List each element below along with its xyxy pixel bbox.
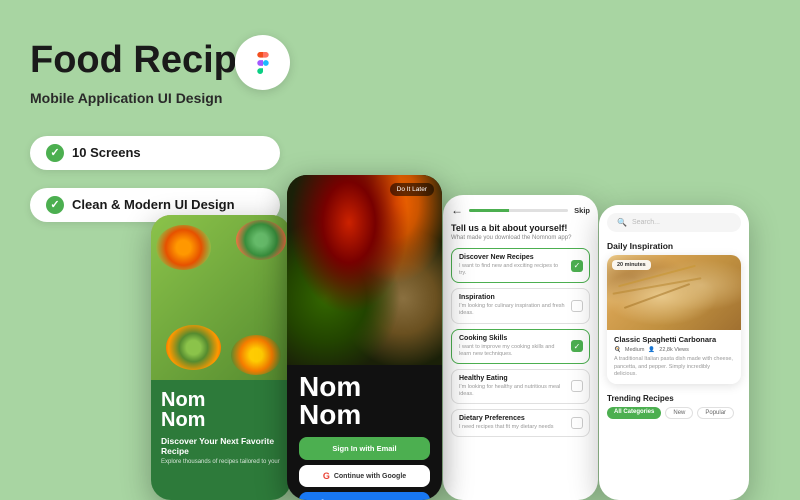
option-3-checkbox: ✓: [571, 340, 583, 352]
phone3-header: ← Skip: [451, 203, 590, 217]
phone3-option-1[interactable]: Discover New Recipes I want to find new …: [451, 248, 590, 283]
views-icon: 👤: [648, 347, 655, 353]
badge-screens-label: 10 Screens: [72, 145, 141, 160]
option-5-checkbox: [571, 417, 583, 429]
phone2-facebook-btn[interactable]: f Continue with Facebook: [299, 492, 430, 500]
figma-icon: [235, 35, 290, 90]
phone1-explore-text: Explore thousands of recipes tailored to…: [161, 459, 281, 467]
phone1-nom-nom: NomNom: [161, 390, 281, 430]
option-3-desc: I want to improve my cooking skills and …: [459, 344, 582, 358]
option-5-desc: I need recipes that fit my dietary needs: [459, 424, 582, 431]
card-recipe-name: Classic Spaghetti Carbonara: [614, 335, 734, 344]
filter-chip-popular[interactable]: Popular: [697, 407, 734, 419]
option-2-desc: I'm looking for culinary inspiration and…: [459, 303, 582, 317]
option-1-title: Discover New Recipes: [459, 254, 582, 261]
filter-chip-all[interactable]: All Categories: [607, 407, 661, 419]
phone2-google-label: Continue with Google: [334, 473, 406, 480]
phone4-search-bar[interactable]: 🔍 Search...: [607, 213, 741, 232]
option-3-title: Cooking Skills: [459, 335, 582, 342]
card-time-badge: 20 minutes: [612, 260, 651, 270]
card-difficulty: Medium: [625, 347, 645, 353]
option-2-checkbox: [571, 300, 583, 312]
card-meta-row: 🍳 Medium 👤 22,8k Views: [614, 347, 734, 353]
phone-1: NomNom Discover Your Next Favorite Recip…: [151, 215, 291, 500]
phone3-option-4[interactable]: Healthy Eating I'm looking for healthy a…: [451, 369, 590, 404]
option-1-desc: I want to find new and exciting recipes …: [459, 263, 582, 277]
phone1-food-image: [151, 215, 291, 380]
phone2-signin-btn[interactable]: Sign In with Email: [299, 437, 430, 460]
phone-3: ← Skip Tell us a bit about yourself! Wha…: [443, 195, 598, 500]
card-description: A traditional Italian pasta dish made wi…: [614, 356, 734, 379]
phones-container: NomNom Discover Your Next Favorite Recip…: [100, 160, 800, 500]
figma-logo-svg: [249, 49, 277, 77]
search-icon: 🔍: [617, 218, 627, 227]
phone2-food-bg: [287, 175, 442, 365]
phone3-inner: ← Skip Tell us a bit about yourself! Wha…: [443, 195, 598, 445]
phone4-section-title: Daily Inspiration: [599, 237, 749, 255]
google-icon: G: [323, 471, 330, 481]
option-1-checkbox: ✓: [571, 260, 583, 272]
phone3-option-2[interactable]: Inspiration I'm looking for culinary ins…: [451, 288, 590, 323]
phone3-skip[interactable]: Skip: [574, 206, 590, 215]
app-subtitle: Mobile Application UI Design: [30, 90, 280, 106]
phone3-progress-fill: [469, 209, 509, 212]
phone3-title: Tell us a bit about yourself!: [451, 223, 590, 233]
phone4-trending-title: Trending Recipes: [599, 392, 749, 407]
phone3-option-5[interactable]: Dietary Preferences I need recipes that …: [451, 409, 590, 437]
phone3-progress-bar: [469, 209, 568, 212]
phone1-bottom: NomNom Discover Your Next Favorite Recip…: [151, 380, 291, 475]
phone2-google-btn[interactable]: G Continue with Google: [299, 465, 430, 487]
check-icon-2: ✓: [46, 196, 64, 214]
phone1-discover-title: Discover Your Next Favorite Recipe: [161, 436, 281, 456]
phone2-nom-nom: NomNom: [287, 365, 442, 435]
search-placeholder: Search...: [632, 219, 660, 226]
option-2-title: Inspiration: [459, 294, 582, 301]
phone3-subtitle: What made you download the Nomnom app?: [451, 235, 590, 241]
difficulty-icon: 🍳: [614, 347, 621, 353]
phone-4: 🔍 Search... Daily Inspiration 20 minutes: [599, 205, 749, 500]
phone2-do-it-later[interactable]: Do It Later: [390, 183, 434, 196]
phone4-filter-row: All Categories New Popular: [599, 407, 749, 419]
option-5-title: Dietary Preferences: [459, 415, 582, 422]
option-4-title: Healthy Eating: [459, 375, 582, 382]
phone3-option-3[interactable]: Cooking Skills I want to improve my cook…: [451, 329, 590, 364]
option-4-checkbox: [571, 380, 583, 392]
option-4-desc: I'm looking for healthy and nutritious m…: [459, 384, 582, 398]
filter-chip-new[interactable]: New: [665, 407, 693, 419]
phone4-card-info: Classic Spaghetti Carbonara 🍳 Medium 👤 2…: [607, 330, 741, 384]
phone3-back-icon[interactable]: ←: [451, 203, 463, 217]
phone-2: Do It Later NomNom Sign In with Email G …: [287, 175, 442, 500]
check-icon-1: ✓: [46, 144, 64, 162]
phone4-recipe-card[interactable]: 20 minutes Classic Spaghetti Carbonara 🍳…: [607, 255, 741, 384]
card-views: 22,8k Views: [659, 347, 689, 353]
phone4-card-image: 20 minutes: [607, 255, 741, 330]
phone4-search-area: 🔍 Search...: [599, 205, 749, 237]
